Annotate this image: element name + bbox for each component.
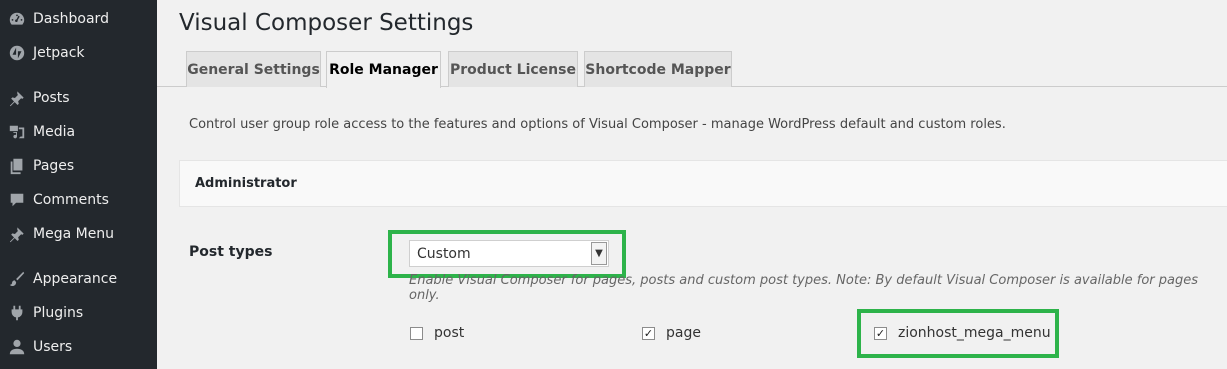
sidebar-item-label: Plugins: [33, 305, 84, 321]
post-type-option-post[interactable]: post: [410, 325, 464, 341]
post-type-option-page[interactable]: ✓ page: [642, 325, 701, 341]
tab-role-manager[interactable]: Role Manager: [326, 51, 441, 88]
sidebar-item-label: Dashboard: [33, 11, 109, 27]
sidebar-item-pages[interactable]: Pages: [0, 149, 157, 183]
user-icon: [0, 338, 33, 356]
post-types-note: Enable Visual Composer for pages, posts …: [409, 273, 1199, 303]
sidebar-item-mega-menu[interactable]: Mega Menu: [0, 217, 157, 251]
pin-icon: [0, 89, 33, 107]
role-name: Administrator: [195, 176, 297, 191]
dashboard-icon: [0, 10, 33, 28]
post-types-selected-value: Custom: [417, 245, 471, 262]
sidebar-item-plugins[interactable]: Plugins: [0, 296, 157, 330]
post-type-option-zionhost-mega-menu[interactable]: ✓ zionhost_mega_menu: [874, 325, 1051, 341]
post-type-label: page: [666, 325, 701, 341]
settings-content: Visual Composer Settings General Setting…: [157, 0, 1227, 369]
sidebar-item-comments[interactable]: Comments: [0, 183, 157, 217]
sidebar-item-label: Jetpack: [33, 45, 85, 61]
page-checkbox[interactable]: ✓: [642, 326, 655, 340]
tab-shortcode-mapper[interactable]: Shortcode Mapper: [584, 51, 732, 87]
pin-icon: [0, 225, 33, 243]
sidebar-item-media[interactable]: Media: [0, 115, 157, 149]
comment-icon: [0, 191, 33, 209]
sidebar-item-label: Pages: [33, 158, 75, 174]
role-manager-description: Control user group role access to the fe…: [189, 117, 1006, 132]
plug-icon: [0, 304, 33, 322]
chevron-down-icon[interactable]: ▼: [591, 242, 607, 265]
sidebar-item-dashboard[interactable]: Dashboard: [0, 2, 157, 36]
post-types-label: Post types: [189, 244, 273, 260]
post-checkbox[interactable]: [410, 326, 423, 340]
sidebar-item-label: Mega Menu: [33, 226, 115, 242]
sidebar-item-appearance[interactable]: Appearance: [0, 262, 157, 296]
sidebar-item-label: Media: [33, 124, 76, 140]
brush-icon: [0, 270, 33, 288]
tab-product-license[interactable]: Product License: [448, 51, 578, 87]
sidebar-item-jetpack[interactable]: Jetpack: [0, 36, 157, 70]
admin-sidebar: Dashboard Jetpack Posts Media Pages Comm…: [0, 0, 157, 369]
sidebar-item-label: Comments: [33, 192, 109, 208]
zionhost-mega-menu-checkbox[interactable]: ✓: [874, 326, 887, 340]
sidebar-item-posts[interactable]: Posts: [0, 81, 157, 115]
role-header-administrator[interactable]: Administrator: [179, 160, 1227, 207]
sidebar-item-label: Appearance: [33, 271, 118, 287]
post-type-label: zionhost_mega_menu: [898, 325, 1051, 341]
sidebar-item-label: Users: [33, 339, 73, 355]
post-types-select[interactable]: Custom ▼: [409, 240, 609, 267]
pages-icon: [0, 157, 33, 175]
page-title: Visual Composer Settings: [179, 10, 474, 36]
tab-general-settings[interactable]: General Settings: [186, 51, 321, 87]
post-type-label: post: [434, 325, 465, 341]
jetpack-icon: [0, 44, 33, 62]
sidebar-item-label: Posts: [33, 90, 70, 106]
sidebar-item-users[interactable]: Users: [0, 330, 157, 364]
media-icon: [0, 123, 33, 141]
